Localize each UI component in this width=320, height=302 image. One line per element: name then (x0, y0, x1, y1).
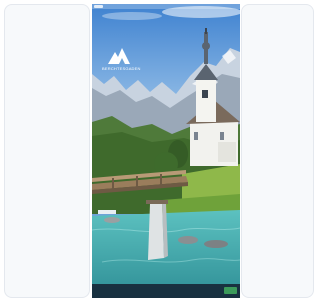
brand-logo[interactable]: BERCHTESGADEN (102, 46, 140, 76)
cookie-consent-bar (92, 284, 240, 298)
mountain-logo-icon (108, 48, 130, 64)
mobile-page-preview: BERCHTESGADEN (92, 4, 240, 298)
accept-cookies-button[interactable] (224, 287, 237, 294)
brand-logo-text: BERCHTESGADEN (102, 66, 141, 71)
status-indicator (94, 5, 103, 8)
right-preview-panel (241, 4, 314, 298)
browser-status-strip (92, 4, 240, 9)
left-preview-panel (4, 4, 90, 298)
